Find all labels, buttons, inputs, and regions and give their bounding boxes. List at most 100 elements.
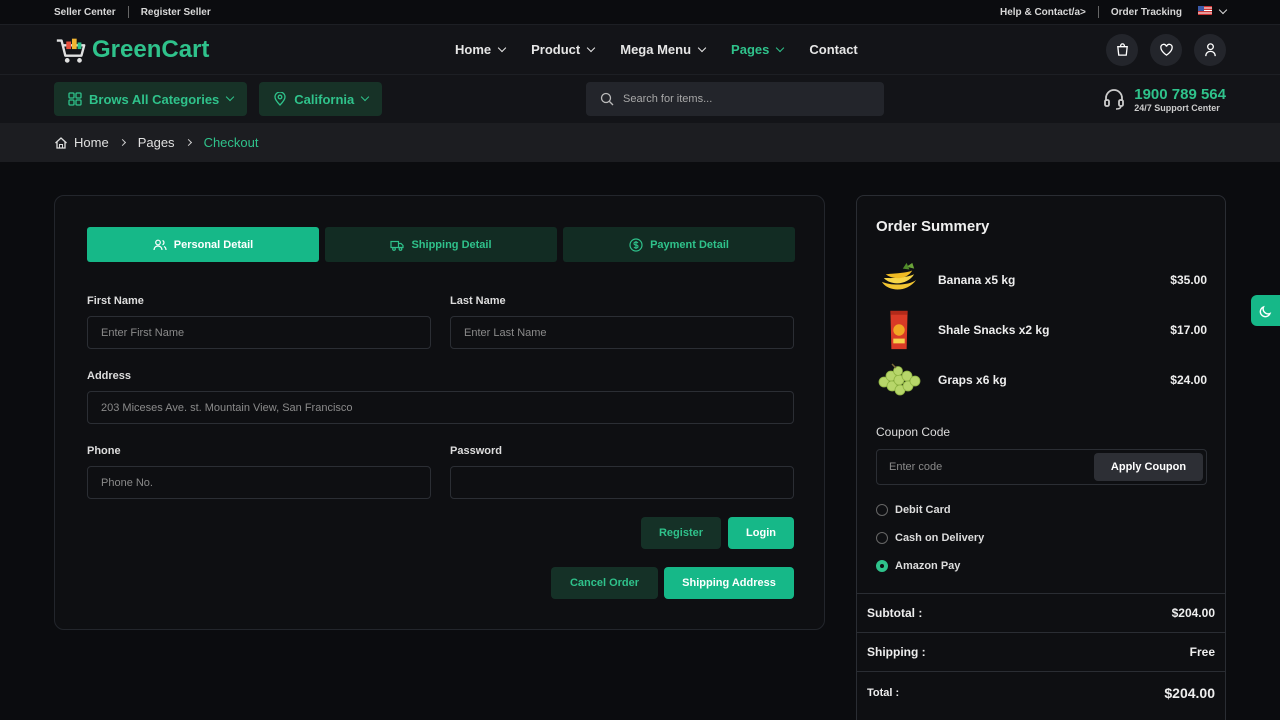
chevron-down-icon: [587, 43, 596, 52]
grid-icon: [68, 92, 82, 106]
top-bar: Seller Center Register Seller Help & Con…: [0, 0, 1280, 24]
nav-label: Mega Menu: [620, 42, 692, 57]
breadcrumb-pages[interactable]: Pages: [138, 135, 175, 150]
phone-input[interactable]: Phone No.: [87, 466, 431, 499]
seller-center-link[interactable]: Seller Center: [54, 7, 116, 18]
main-navbar: GreenCart Home Product Mega Menu Pages C…: [0, 24, 1280, 75]
nav-label: Pages: [731, 42, 770, 57]
language-selector[interactable]: [1198, 5, 1228, 18]
radio-icon: [876, 532, 888, 544]
nav-item-pages[interactable]: Pages: [731, 42, 785, 57]
last-name-input[interactable]: Enter Last Name: [450, 316, 794, 349]
snack-pack-image: [876, 308, 922, 352]
breadcrumb-home[interactable]: Home: [74, 135, 109, 150]
coupon-input[interactable]: Enter code Apply Coupon: [876, 449, 1207, 485]
item-name: Banana x5 kg: [938, 273, 1016, 287]
banana-image: [876, 258, 922, 302]
search-placeholder: Search for items...: [623, 93, 713, 105]
tab-personal-detail[interactable]: Personal Detail: [87, 227, 319, 262]
tab-shipping-detail[interactable]: Shipping Detail: [325, 227, 557, 262]
support-phone[interactable]: 1900 789 564: [1134, 86, 1226, 103]
shipping-value: Free: [1189, 644, 1215, 659]
item-name: Graps x6 kg: [938, 373, 1007, 387]
help-contact-link[interactable]: Help & Contact/a>: [1000, 7, 1086, 18]
total-value: $204.00: [1164, 684, 1215, 701]
total-label: Total :: [867, 686, 900, 699]
account-button[interactable]: [1194, 33, 1226, 66]
support-text: 24/7 Support Center: [1134, 102, 1220, 113]
home-icon: [55, 136, 67, 149]
nav-item-mega-menu[interactable]: Mega Menu: [620, 42, 707, 57]
wishlist-button[interactable]: [1150, 33, 1182, 66]
nav-item-contact[interactable]: Contact: [809, 42, 857, 57]
nav-item-home[interactable]: Home: [455, 42, 507, 57]
order-summary-title: Order Summery: [876, 218, 990, 235]
first-name-label: First Name: [87, 295, 144, 307]
dollar-circle-icon: [629, 237, 643, 252]
support-center: 1900 789 564 24/7 Support Center: [1102, 86, 1226, 113]
cart-logo-icon: [56, 38, 86, 63]
item-name: Shale Snacks x2 kg: [938, 323, 1050, 337]
summary-item: Shale Snacks x2 kg $17.00: [876, 308, 1207, 352]
truck-icon: [390, 240, 405, 251]
search-icon: [600, 92, 614, 106]
last-name-label: Last Name: [450, 295, 506, 307]
address-input[interactable]: 203 Miceses Ave. st. Mountain View, San …: [87, 391, 794, 424]
tab-payment-detail[interactable]: Payment Detail: [563, 227, 795, 262]
moon-icon: [1259, 305, 1271, 317]
search-input[interactable]: Search for items...: [586, 82, 884, 116]
headset-icon: [1104, 89, 1125, 110]
chevron-down-icon: [497, 43, 507, 52]
register-seller-link[interactable]: Register Seller: [141, 7, 211, 18]
logo[interactable]: GreenCart: [54, 33, 209, 67]
heart-icon: [1159, 43, 1173, 56]
subtotal-row: Subtotal : $204.00: [857, 593, 1225, 631]
location-label: California: [294, 91, 355, 107]
cancel-order-button[interactable]: Cancel Order: [551, 567, 658, 599]
option-label: Debit Card: [895, 504, 951, 516]
shipping-row: Shipping : Free: [857, 632, 1225, 670]
payment-option-cash-on-delivery[interactable]: Cash on Delivery: [876, 532, 984, 544]
order-tracking-link[interactable]: Order Tracking: [1111, 7, 1182, 18]
summary-item: Graps x6 kg $24.00: [876, 358, 1207, 402]
checkout-form-card: Personal Detail Shipping Detail Payment …: [54, 195, 825, 630]
first-name-input[interactable]: Enter First Name: [87, 316, 431, 349]
nav-menu: Home Product Mega Menu Pages Contact: [455, 42, 884, 57]
chevron-right-icon: [184, 138, 192, 147]
browse-categories-button[interactable]: Brows All Categories: [54, 82, 248, 116]
summary-item: Banana x5 kg $35.00: [876, 258, 1207, 302]
chevron-down-icon: [226, 92, 235, 102]
register-button[interactable]: Register: [641, 517, 721, 549]
nav-icons: [1106, 33, 1226, 66]
grapes-image: [876, 358, 922, 402]
subtotal-value: $204.00: [1171, 605, 1215, 620]
cart-button[interactable]: [1106, 33, 1138, 66]
item-price: $24.00: [1170, 373, 1207, 387]
checkout-tabs: Personal Detail Shipping Detail Payment …: [87, 227, 795, 262]
breadcrumb-current: Checkout: [203, 135, 259, 150]
nav-label: Product: [531, 42, 581, 57]
item-price: $17.00: [1170, 323, 1207, 337]
coupon-label: Coupon Code: [876, 425, 951, 439]
apply-coupon-button[interactable]: Apply Coupon: [1094, 453, 1203, 481]
payment-option-debit-card[interactable]: Debit Card: [876, 504, 951, 516]
shipping-address-button[interactable]: Shipping Address: [664, 567, 794, 599]
item-price: $35.00: [1170, 273, 1207, 287]
dark-mode-toggle[interactable]: [1251, 295, 1280, 326]
chevron-down-icon: [361, 92, 370, 102]
total-row: Total : $204.00: [857, 671, 1225, 713]
location-selector[interactable]: California: [259, 82, 383, 116]
radio-icon: [876, 504, 888, 516]
nav-item-product[interactable]: Product: [531, 42, 596, 57]
sub-navbar: Brows All Categories California Search f…: [0, 75, 1280, 123]
tab-label: Payment Detail: [650, 238, 729, 251]
shipping-label: Shipping :: [867, 644, 926, 659]
radio-selected-icon: [876, 560, 888, 572]
placeholder: Phone No.: [101, 476, 153, 489]
payment-option-amazon-pay[interactable]: Amazon Pay: [876, 560, 960, 572]
address-label: Address: [87, 370, 132, 382]
option-label: Cash on Delivery: [895, 532, 985, 544]
divider: [127, 6, 129, 18]
login-button[interactable]: Login: [728, 517, 794, 549]
password-input[interactable]: [450, 466, 794, 499]
